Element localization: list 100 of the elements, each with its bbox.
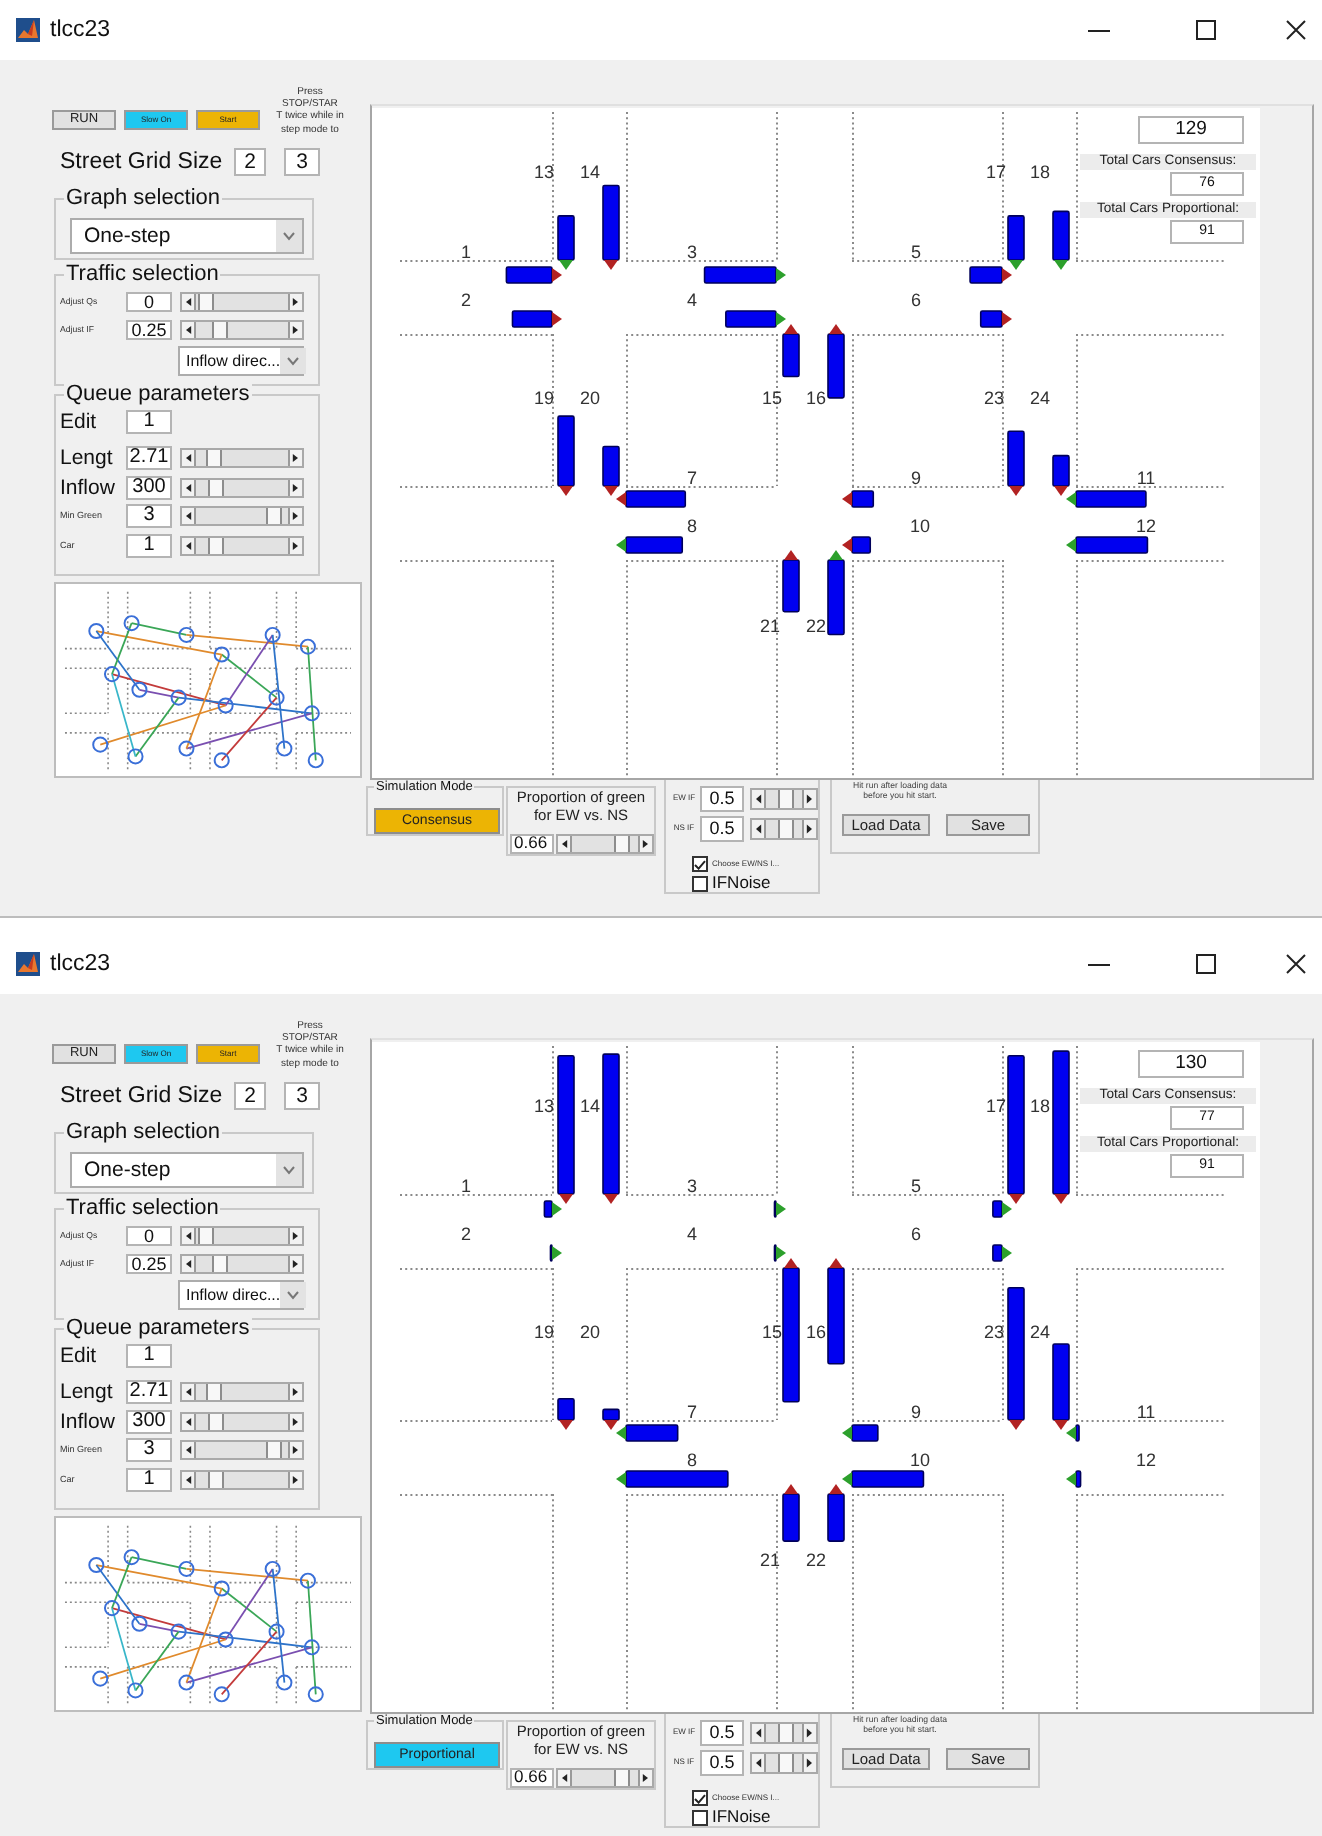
value-field[interactable]: 3 (126, 504, 172, 528)
slider[interactable] (180, 1382, 304, 1402)
right-arrow-icon[interactable] (802, 819, 816, 837)
value-field[interactable]: 0.5 (700, 1720, 744, 1746)
value-field[interactable]: 1 (126, 533, 172, 557)
value-field[interactable]: 0.5 (700, 786, 744, 812)
right-arrow-icon[interactable] (802, 790, 816, 808)
value-field[interactable]: 1 (126, 410, 172, 434)
value-field[interactable]: 0.25 (126, 320, 172, 340)
slider[interactable] (180, 535, 304, 555)
value-field[interactable]: 2.71 (126, 446, 172, 470)
slider[interactable] (180, 1226, 304, 1246)
value-field[interactable]: 1 (126, 1467, 172, 1491)
graph-dropdown[interactable]: One-step (70, 1152, 304, 1188)
slider[interactable] (180, 477, 304, 497)
slider-thumb[interactable] (777, 1753, 794, 1771)
right-arrow-icon[interactable] (638, 836, 652, 852)
close-icon[interactable] (1286, 954, 1306, 974)
maximize-icon[interactable] (1196, 954, 1216, 974)
value-field[interactable]: 2.71 (126, 1380, 172, 1404)
left-arrow-icon[interactable] (752, 819, 766, 837)
left-arrow-icon[interactable] (752, 1753, 766, 1771)
slider[interactable] (556, 834, 654, 854)
chevron-down-icon[interactable] (276, 220, 302, 252)
left-arrow-icon[interactable] (182, 1228, 196, 1244)
slider-thumb[interactable] (211, 322, 227, 338)
value-field[interactable]: 0.5 (700, 815, 744, 841)
grid-columns-field[interactable]: 3 (284, 148, 320, 176)
value-field[interactable]: 300 (126, 1409, 172, 1433)
left-arrow-icon[interactable] (182, 508, 196, 524)
right-arrow-icon[interactable] (288, 1413, 302, 1429)
value-field[interactable]: 300 (126, 475, 172, 499)
left-arrow-icon[interactable] (558, 1770, 572, 1786)
value-field[interactable]: 0.66 (510, 1768, 554, 1788)
slider-thumb[interactable] (208, 1413, 225, 1429)
value-field[interactable]: 1 (126, 1344, 172, 1368)
left-arrow-icon[interactable] (182, 322, 196, 338)
slider[interactable] (180, 1254, 304, 1274)
slider[interactable] (180, 292, 304, 312)
direction-dropdown[interactable]: Inflow direc... (178, 346, 304, 376)
slider-thumb[interactable] (211, 1256, 227, 1272)
minimize-icon[interactable] (1088, 963, 1110, 965)
slider[interactable] (180, 1469, 304, 1489)
right-arrow-icon[interactable] (638, 1770, 652, 1786)
graph-dropdown[interactable]: One-step (70, 218, 304, 254)
slider-thumb[interactable] (265, 508, 282, 524)
right-arrow-icon[interactable] (288, 508, 302, 524)
right-arrow-icon[interactable] (288, 1384, 302, 1400)
slider[interactable] (750, 1722, 818, 1744)
chevron-down-icon[interactable] (276, 1154, 302, 1186)
slider-thumb[interactable] (197, 1228, 214, 1244)
chevron-down-icon[interactable] (280, 1282, 307, 1308)
value-field[interactable]: 0 (126, 292, 172, 312)
grid-rows-field[interactable]: 2 (234, 1082, 266, 1110)
right-arrow-icon[interactable] (288, 1228, 302, 1244)
checkbox[interactable] (692, 1810, 708, 1826)
right-arrow-icon[interactable] (288, 479, 302, 495)
slider[interactable] (180, 448, 304, 468)
left-arrow-icon[interactable] (752, 1724, 766, 1742)
right-arrow-icon[interactable] (288, 1256, 302, 1272)
slider-thumb[interactable] (613, 836, 630, 852)
slider[interactable] (750, 788, 818, 810)
right-arrow-icon[interactable] (288, 537, 302, 553)
right-arrow-icon[interactable] (288, 450, 302, 466)
left-arrow-icon[interactable] (752, 790, 766, 808)
left-arrow-icon[interactable] (182, 1256, 196, 1272)
slider-thumb[interactable] (208, 1471, 225, 1487)
right-arrow-icon[interactable] (288, 1442, 302, 1458)
grid-rows-field[interactable]: 2 (234, 148, 266, 176)
slider[interactable] (750, 817, 818, 839)
slider-thumb[interactable] (265, 1442, 282, 1458)
checkbox[interactable] (692, 1790, 708, 1806)
slider-thumb[interactable] (197, 294, 214, 310)
checkbox[interactable] (692, 856, 708, 872)
left-arrow-icon[interactable] (182, 1413, 196, 1429)
slider-thumb[interactable] (777, 790, 794, 808)
left-arrow-icon[interactable] (182, 1442, 196, 1458)
left-arrow-icon[interactable] (182, 294, 196, 310)
slider-thumb[interactable] (613, 1770, 630, 1786)
right-arrow-icon[interactable] (288, 1471, 302, 1487)
slider-thumb[interactable] (777, 1724, 794, 1742)
slider[interactable] (556, 1768, 654, 1788)
slider[interactable] (180, 320, 304, 340)
right-arrow-icon[interactable] (802, 1724, 816, 1742)
slider[interactable] (750, 1751, 818, 1773)
left-arrow-icon[interactable] (558, 836, 572, 852)
value-field[interactable]: 0 (126, 1226, 172, 1246)
checkbox[interactable] (692, 876, 708, 892)
slider-thumb[interactable] (206, 450, 223, 466)
left-arrow-icon[interactable] (182, 1471, 196, 1487)
slider-thumb[interactable] (777, 819, 794, 837)
left-arrow-icon[interactable] (182, 1384, 196, 1400)
value-field[interactable]: 0.25 (126, 1254, 172, 1274)
value-field[interactable]: 0.66 (510, 834, 554, 854)
chevron-down-icon[interactable] (280, 348, 307, 374)
slider[interactable] (180, 1411, 304, 1431)
grid-columns-field[interactable]: 3 (284, 1082, 320, 1110)
left-arrow-icon[interactable] (182, 479, 196, 495)
direction-dropdown[interactable]: Inflow direc... (178, 1280, 304, 1310)
left-arrow-icon[interactable] (182, 450, 196, 466)
